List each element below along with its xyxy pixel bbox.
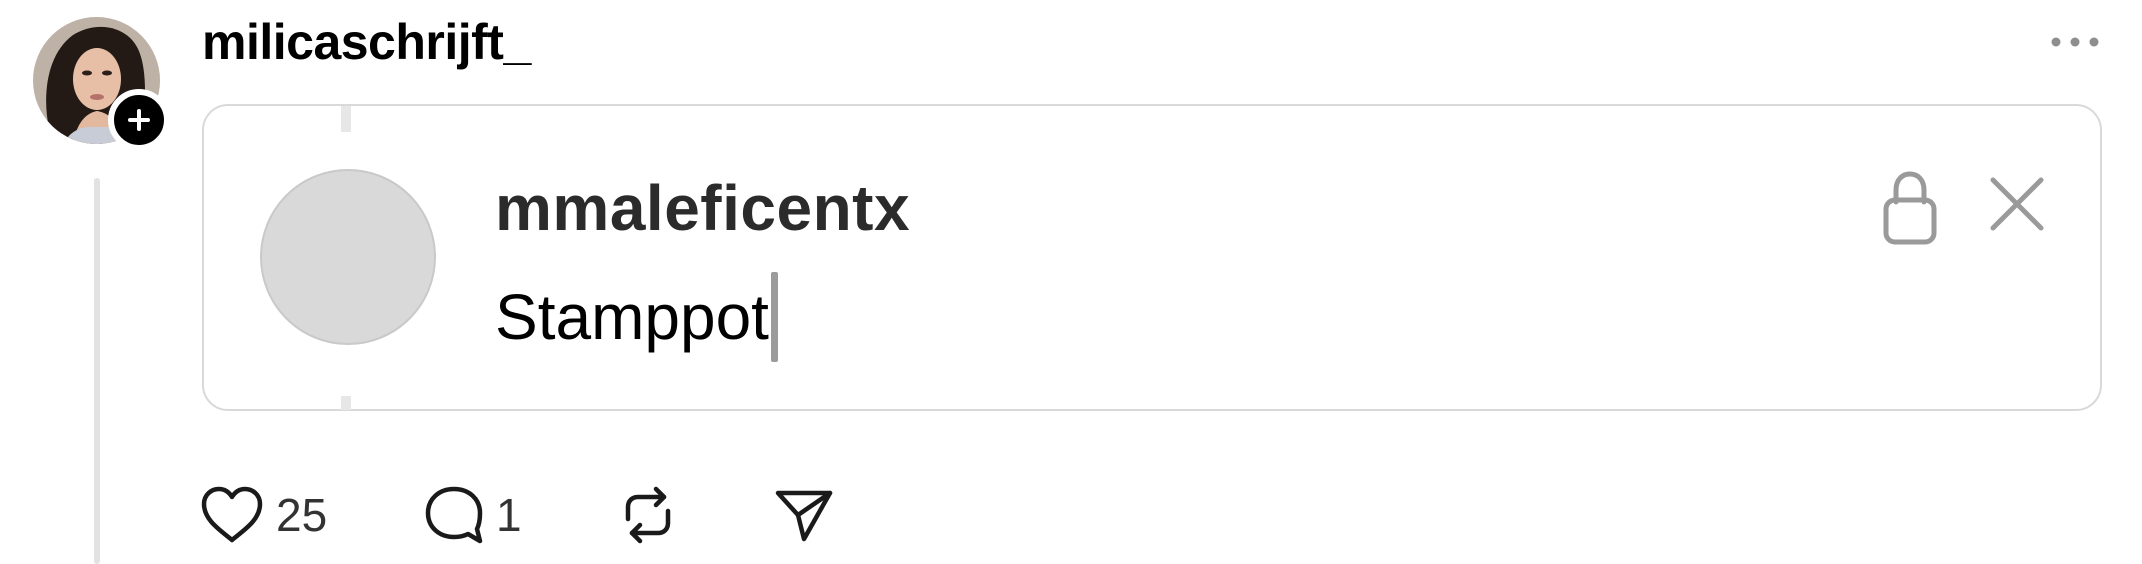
quote-avatar-placeholder (260, 169, 436, 345)
close-button[interactable] (1985, 172, 2049, 236)
comment-button[interactable]: 1 (424, 480, 522, 550)
quote-text-field[interactable]: Stamppot (495, 272, 778, 362)
quote-username: mmaleficentx (495, 172, 911, 244)
share-button[interactable] (774, 480, 834, 550)
close-icon (1990, 177, 2044, 231)
comment-icon (425, 486, 483, 544)
repost-icon (625, 486, 671, 544)
more-options-button[interactable] (2040, 22, 2110, 62)
more-horizontal-icon (2051, 37, 2099, 47)
follow-button[interactable] (108, 89, 170, 151)
author-username[interactable]: milicaschrijft_ (202, 12, 531, 72)
thread-line (94, 178, 100, 564)
like-button[interactable]: 25 (200, 480, 327, 550)
comment-count: 1 (496, 489, 522, 541)
like-count: 25 (276, 489, 328, 541)
repost-button[interactable] (618, 480, 678, 550)
lock-button[interactable] (1880, 170, 1940, 246)
text-cursor (770, 272, 778, 362)
plus-icon (128, 109, 150, 131)
quote-thread-line-bottom (341, 396, 351, 410)
send-icon (775, 490, 833, 542)
quote-card (202, 104, 2102, 411)
lock-icon (1883, 171, 1937, 245)
quote-text: Stamppot (495, 281, 769, 353)
heart-icon (201, 486, 263, 543)
quote-thread-line-top (341, 106, 351, 132)
